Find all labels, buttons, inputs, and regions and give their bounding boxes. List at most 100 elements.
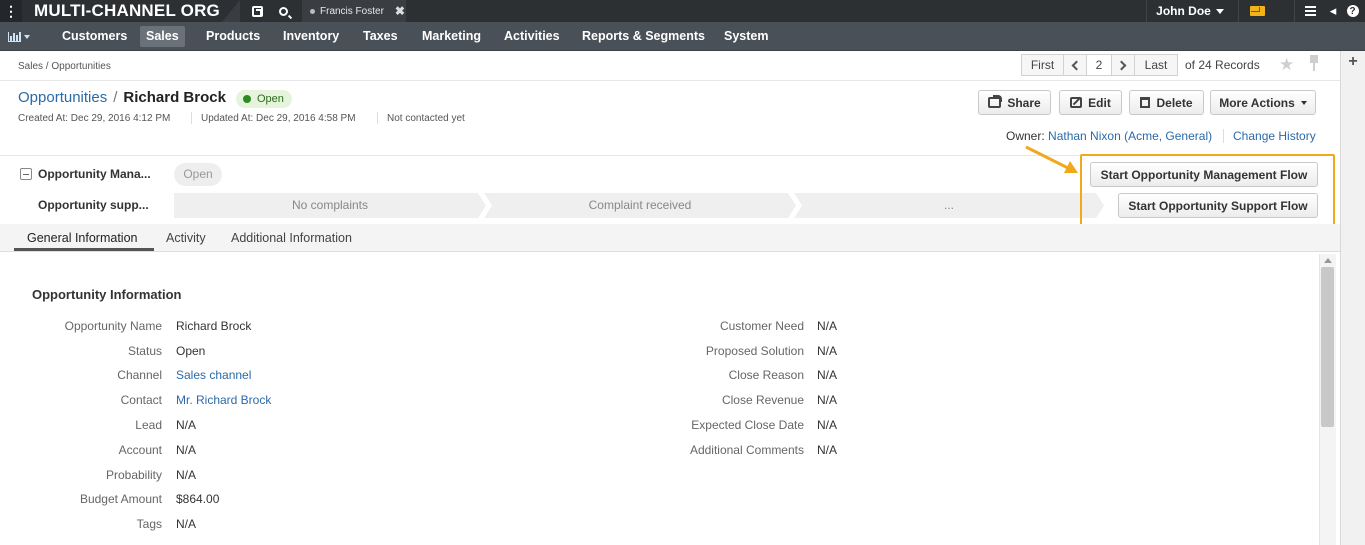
start-management-flow-button[interactable]: Start Opportunity Management Flow — [1090, 162, 1318, 187]
field-label: Close Revenue — [721, 393, 804, 407]
search-icon[interactable] — [270, 0, 296, 22]
pin-icon[interactable] — [1308, 55, 1320, 71]
section-title: Opportunity Information — [32, 287, 182, 302]
workflow-support-label: Opportunity supp... — [38, 198, 149, 212]
field-label: Proposed Solution — [705, 344, 804, 358]
breadcrumb: Sales / Opportunities — [18, 61, 111, 72]
star-icon[interactable]: ★ — [1279, 55, 1294, 75]
status-badge: Open — [236, 90, 292, 108]
bar-chart-icon — [8, 31, 21, 42]
contact-link[interactable]: Mr. Richard Brock — [176, 393, 271, 407]
divider — [191, 112, 192, 124]
chevron-right-icon — [1116, 60, 1127, 70]
channel-link[interactable]: Sales channel — [176, 368, 251, 382]
user-name: John Doe — [1156, 4, 1211, 18]
chevron-down-icon — [24, 34, 30, 39]
field-value: Richard Brock — [176, 319, 252, 333]
external-link-icon[interactable] — [244, 0, 270, 22]
chevron-left-icon — [1071, 60, 1082, 70]
field-value: N/A — [817, 393, 838, 407]
trash-icon — [1140, 97, 1151, 108]
nav-reports-segments[interactable]: Reports & Segments — [576, 26, 711, 47]
chevron-down-icon — [1300, 100, 1307, 105]
scroll-up-icon[interactable] — [1324, 258, 1332, 263]
pager-first-button[interactable]: First — [1021, 54, 1064, 76]
field-label: Account — [118, 443, 162, 457]
field-value: N/A — [176, 468, 197, 482]
tab-activity[interactable]: Activity — [166, 231, 206, 245]
hamburger-icon[interactable] — [1297, 0, 1323, 22]
contacted-status: Not contacted yet — [387, 113, 465, 124]
status-badge-label: Open — [257, 93, 284, 105]
tab-additional-information[interactable]: Additional Information — [231, 231, 352, 245]
field-value: N/A — [817, 368, 838, 382]
field-label: Opportunity Name — [64, 319, 162, 333]
nav-taxes[interactable]: Taxes — [357, 26, 404, 47]
user-menu[interactable]: John Doe — [1147, 0, 1233, 22]
entity-link[interactable]: Opportunities — [18, 89, 107, 106]
field-label: Budget Amount — [79, 492, 162, 506]
field-label: Tags — [136, 517, 162, 531]
edit-button[interactable]: Edit — [1059, 90, 1122, 115]
pager-next-button[interactable] — [1111, 54, 1135, 76]
divider — [0, 155, 1080, 156]
chevron-down-icon — [1215, 8, 1224, 14]
collapse-icon[interactable]: ◂ — [1326, 0, 1340, 22]
field-value: N/A — [817, 319, 838, 333]
tab-bar: General Information Activity Additional … — [0, 224, 1340, 252]
field-label: Lead — [135, 418, 162, 432]
share-label: Share — [1007, 95, 1041, 110]
envelope-icon[interactable] — [1242, 0, 1272, 22]
delete-button[interactable]: Delete — [1129, 90, 1204, 115]
nav-customers[interactable]: Customers — [56, 26, 133, 47]
delete-label: Delete — [1156, 95, 1193, 110]
field-value: N/A — [176, 517, 197, 531]
scrollbar-thumb[interactable] — [1321, 267, 1334, 427]
dashboard-menu[interactable] — [8, 28, 30, 45]
pager-last-button[interactable]: Last — [1134, 54, 1178, 76]
field-value: N/A — [176, 418, 197, 432]
top-bar: ⋮ MULTI-CHANNEL ORG Francis Foster ✖ Joh… — [0, 0, 1365, 22]
field-value: N/A — [817, 443, 838, 457]
recent-tab-label: Francis Foster — [320, 5, 384, 17]
edit-icon — [1070, 97, 1083, 108]
active-tab-indicator — [14, 248, 154, 251]
edit-label: Edit — [1088, 95, 1111, 110]
more-actions-label: More Actions — [1219, 95, 1295, 110]
help-icon[interactable]: ? — [1340, 0, 1365, 22]
workflow-step[interactable]: Complaint received — [484, 193, 796, 218]
nav-inventory[interactable]: Inventory — [277, 26, 345, 47]
nav-activities[interactable]: Activities — [498, 26, 566, 47]
nav-system[interactable]: System — [718, 26, 774, 47]
menu-toggle-icon[interactable]: ⋮ — [0, 0, 22, 22]
workflow-management-label: Opportunity Mana... — [38, 167, 151, 181]
page-title: Opportunities / Richard Brock — [18, 89, 226, 106]
start-support-flow-button[interactable]: Start Opportunity Support Flow — [1118, 193, 1318, 218]
collapse-workflow-icon[interactable] — [20, 168, 32, 180]
workflow-step[interactable]: No complaints — [174, 193, 486, 218]
pager-page-input[interactable]: 2 — [1086, 54, 1112, 76]
workflow-support-steps: No complaints Complaint received ... — [174, 193, 1104, 218]
field-label: Probability — [105, 468, 162, 482]
change-history-link[interactable]: Change History — [1233, 129, 1316, 143]
nav-marketing[interactable]: Marketing — [416, 26, 487, 47]
field-value: N/A — [817, 418, 838, 432]
workflow-step[interactable]: ... — [794, 193, 1104, 218]
close-icon[interactable]: ✖ — [395, 4, 405, 18]
main-nav: Customers Sales Products Inventory Taxes… — [0, 22, 1365, 51]
field-label: Close Reason — [728, 368, 804, 382]
workflow-step-open[interactable]: Open — [174, 163, 222, 186]
recent-tab[interactable]: Francis Foster ✖ — [302, 0, 406, 22]
more-actions-button[interactable]: More Actions — [1210, 90, 1316, 115]
divider — [377, 112, 378, 124]
tab-general-information[interactable]: General Information — [27, 231, 137, 245]
field-label: Channel — [117, 368, 162, 382]
nav-products[interactable]: Products — [200, 26, 266, 47]
divider — [1223, 129, 1224, 143]
plus-icon[interactable]: + — [1341, 53, 1365, 71]
dot-icon — [310, 8, 315, 14]
org-title[interactable]: MULTI-CHANNEL ORG — [22, 0, 222, 22]
nav-sales[interactable]: Sales — [140, 26, 185, 47]
share-button[interactable]: Share — [978, 90, 1051, 115]
pager-prev-button[interactable] — [1063, 54, 1087, 76]
